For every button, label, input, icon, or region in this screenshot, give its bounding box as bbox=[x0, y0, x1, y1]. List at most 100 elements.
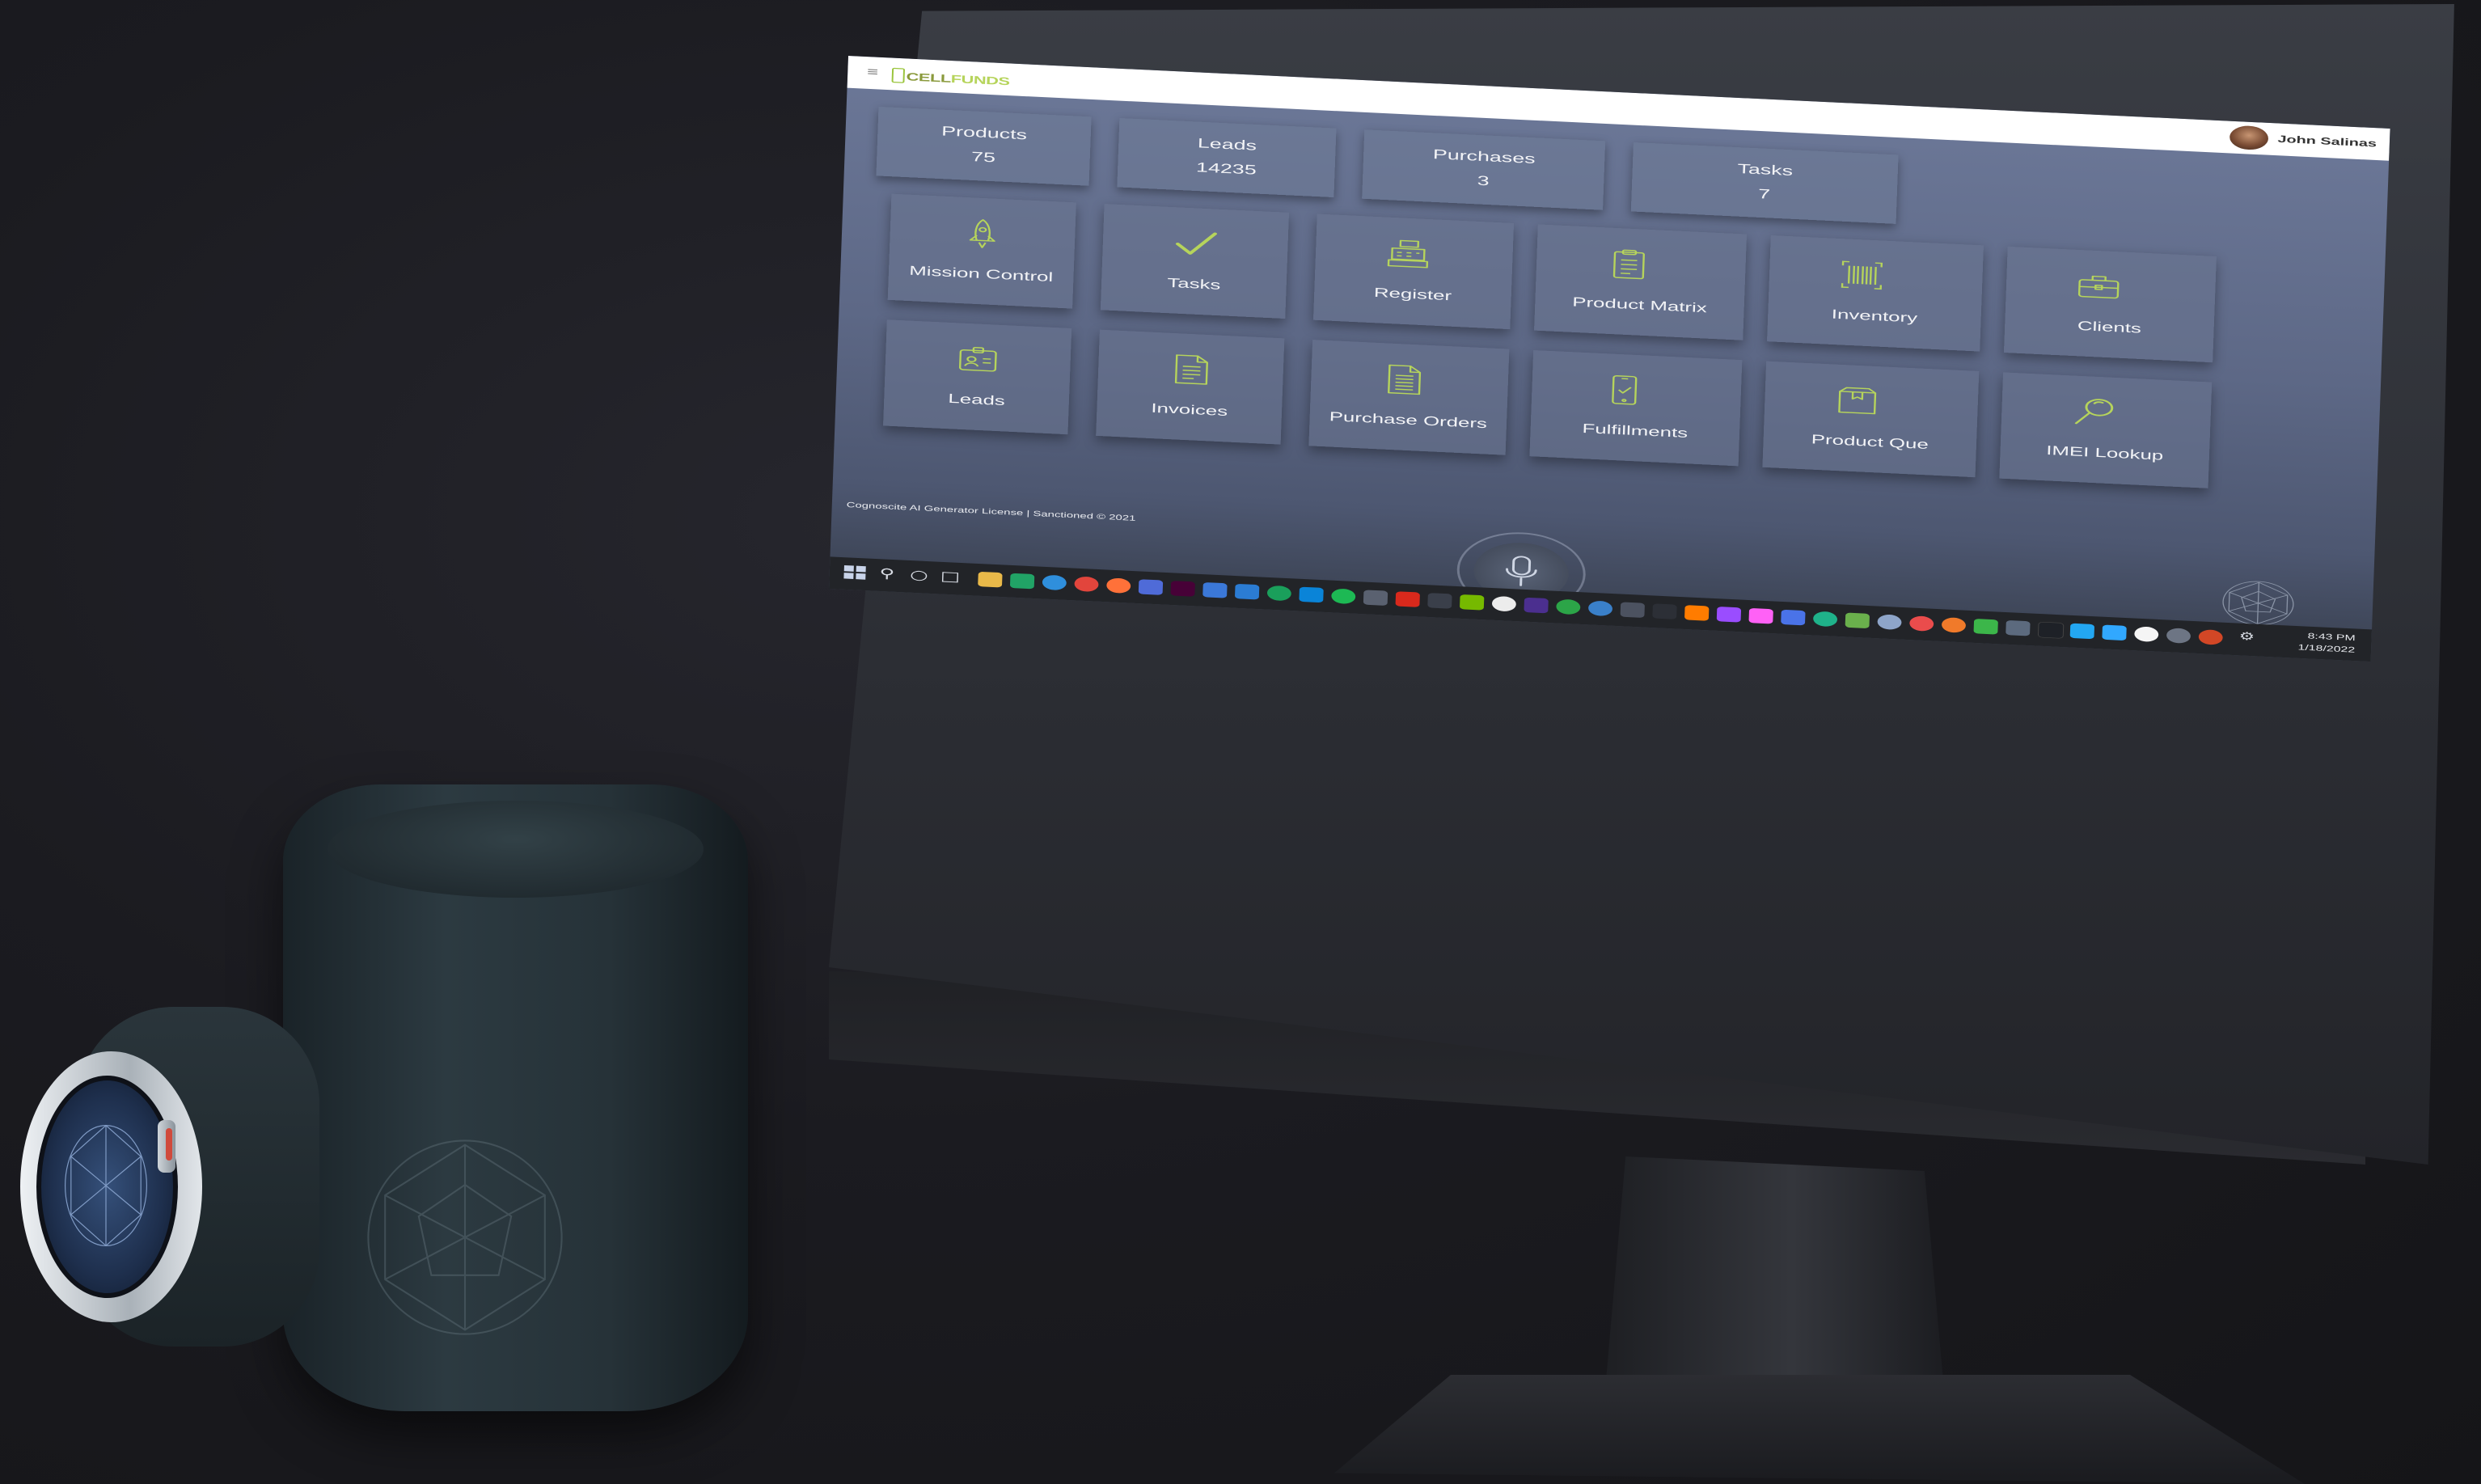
tile-mission-control[interactable]: Mission Control bbox=[887, 193, 1076, 309]
app-icon-2[interactable] bbox=[1812, 611, 1838, 628]
tile-leads[interactable]: Leads bbox=[883, 319, 1072, 435]
terminal-icon[interactable] bbox=[1620, 602, 1646, 619]
audition-icon[interactable] bbox=[1781, 609, 1806, 626]
photoshop-icon[interactable] bbox=[2102, 624, 2127, 641]
app-icon-7[interactable] bbox=[1973, 618, 1998, 635]
app-icon-10[interactable] bbox=[2134, 626, 2159, 643]
clipboard-list-icon bbox=[1612, 249, 1645, 280]
stat-card-products[interactable]: Products 75 bbox=[876, 106, 1092, 186]
tile-label: Product Matrix bbox=[1571, 294, 1708, 315]
chrome-icon[interactable] bbox=[1074, 576, 1099, 593]
box-icon bbox=[1838, 387, 1877, 415]
license-text: Cognoscite AI Generator License | Sancti… bbox=[846, 501, 1136, 523]
unity-icon[interactable] bbox=[1491, 595, 1517, 612]
stat-value: 7 bbox=[1757, 186, 1771, 202]
remote-desktop-icon[interactable] bbox=[1427, 593, 1452, 609]
stat-label: Tasks bbox=[1737, 161, 1794, 179]
tile-label: Product Que bbox=[1811, 431, 1929, 452]
console-icon[interactable] bbox=[1652, 603, 1677, 619]
word-icon[interactable] bbox=[1234, 583, 1260, 600]
stat-label: Leads bbox=[1197, 135, 1257, 154]
stat-value: 14235 bbox=[1195, 159, 1257, 178]
tile-label: Mission Control bbox=[908, 263, 1054, 285]
stat-card-leads[interactable]: Leads 14235 bbox=[1117, 117, 1337, 198]
app-icon-11[interactable] bbox=[2166, 628, 2191, 644]
tile-purchase-orders[interactable]: Purchase Orders bbox=[1308, 340, 1510, 455]
dimension-icon[interactable] bbox=[1748, 607, 1773, 624]
tile-imei-lookup[interactable]: IMEI Lookup bbox=[1999, 372, 2213, 488]
tile-tasks[interactable]: Tasks bbox=[1100, 204, 1290, 319]
cortana-icon[interactable]: ○ bbox=[910, 568, 928, 583]
after-effects-icon[interactable] bbox=[1524, 597, 1549, 614]
briefcase-icon bbox=[2077, 275, 2120, 299]
premiere-icon[interactable] bbox=[1716, 606, 1742, 623]
tile-product-que[interactable]: Product Que bbox=[1762, 361, 1980, 478]
tile-label: Fulfillments bbox=[1582, 421, 1689, 441]
app-icon[interactable] bbox=[1363, 590, 1388, 607]
app-icon-8[interactable] bbox=[2006, 619, 2031, 636]
logo-text-funds: FUNDS bbox=[950, 72, 1010, 88]
tile-label: Register bbox=[1373, 285, 1452, 304]
tile-product-matrix[interactable]: Product Matrix bbox=[1534, 224, 1748, 340]
tray-icon[interactable]: ⚙ bbox=[2238, 630, 2255, 643]
file-explorer-icon[interactable] bbox=[978, 571, 1003, 588]
spotify-icon[interactable] bbox=[1331, 588, 1356, 605]
stat-card-purchases[interactable]: Purchases 3 bbox=[1362, 129, 1606, 210]
user-name: John Salinas bbox=[2277, 133, 2377, 150]
phone-check-icon bbox=[1612, 375, 1638, 405]
vscode-icon[interactable] bbox=[2069, 623, 2095, 640]
tile-fulfillments[interactable]: Fulfillments bbox=[1529, 349, 1743, 467]
logo-text-cell: CELL bbox=[906, 70, 952, 85]
stat-card-tasks[interactable]: Tasks 7 bbox=[1630, 142, 1899, 224]
tile-clients[interactable]: Clients bbox=[2003, 246, 2217, 363]
globe-logo-icon bbox=[367, 1139, 563, 1335]
excel-icon[interactable] bbox=[1009, 573, 1035, 590]
app-icon-5[interactable] bbox=[1909, 615, 1934, 632]
stat-label: Purchases bbox=[1432, 146, 1536, 167]
illustrator-icon[interactable] bbox=[1684, 605, 1710, 621]
checkmark-icon bbox=[1175, 232, 1218, 255]
tile-label: Invoices bbox=[1151, 400, 1228, 419]
zoom-icon[interactable] bbox=[1587, 600, 1613, 617]
azure-icon[interactable] bbox=[1299, 586, 1324, 603]
globe-logo-icon bbox=[2222, 581, 2294, 625]
magnifier-icon bbox=[2074, 399, 2114, 425]
app-icon-6[interactable] bbox=[1941, 617, 1967, 633]
tile-register[interactable]: Register bbox=[1312, 214, 1515, 330]
app-screen: ≡ CELL FUNDS John Salinas Products 75 Le… bbox=[829, 56, 2390, 662]
task-view-icon[interactable]: □ bbox=[940, 569, 961, 584]
cellfunds-logo[interactable]: CELL FUNDS bbox=[891, 65, 1011, 88]
monitor-stand-neck bbox=[1605, 1156, 1945, 1399]
nvidia-icon[interactable] bbox=[1459, 594, 1485, 611]
id-badge-icon bbox=[958, 346, 997, 372]
edge-dev-icon[interactable] bbox=[1266, 585, 1292, 602]
user-menu[interactable]: John Salinas bbox=[2229, 125, 2377, 156]
edge-icon[interactable] bbox=[1042, 574, 1067, 591]
evernote-icon[interactable] bbox=[1556, 598, 1581, 615]
document-icon bbox=[1174, 354, 1208, 385]
taskbar-clock[interactable]: 8:43 PM 1/18/2022 bbox=[2297, 630, 2356, 657]
app-icon-3[interactable] bbox=[1845, 612, 1870, 629]
avatar[interactable] bbox=[2229, 125, 2269, 151]
xd-icon[interactable] bbox=[1170, 581, 1195, 597]
tile-invoices[interactable]: Invoices bbox=[1096, 329, 1285, 445]
search-icon[interactable]: ⚲ bbox=[879, 566, 895, 581]
tile-label: Inventory bbox=[1831, 306, 1918, 326]
hamburger-menu-icon[interactable]: ≡ bbox=[862, 65, 883, 79]
outlook-icon[interactable] bbox=[1202, 581, 1228, 598]
teams-icon[interactable] bbox=[1138, 579, 1164, 595]
windows-start-icon[interactable] bbox=[843, 564, 868, 581]
cash-register-icon bbox=[1387, 239, 1429, 268]
smart-speaker bbox=[283, 784, 748, 1411]
app-icon-4[interactable] bbox=[1877, 614, 1902, 631]
powerpoint-icon[interactable] bbox=[2198, 629, 2223, 645]
acrobat-icon[interactable] bbox=[1395, 591, 1420, 607]
tile-label: Tasks bbox=[1167, 275, 1221, 293]
stat-value: 3 bbox=[1477, 172, 1490, 188]
tile-inventory[interactable]: Inventory bbox=[1767, 235, 1984, 352]
app-icon-9[interactable] bbox=[2037, 621, 2065, 639]
logo-mark-icon bbox=[891, 67, 906, 83]
tile-label: IMEI Lookup bbox=[2045, 442, 2164, 463]
firefox-icon[interactable] bbox=[1106, 577, 1131, 594]
watch-accent bbox=[166, 1128, 172, 1161]
